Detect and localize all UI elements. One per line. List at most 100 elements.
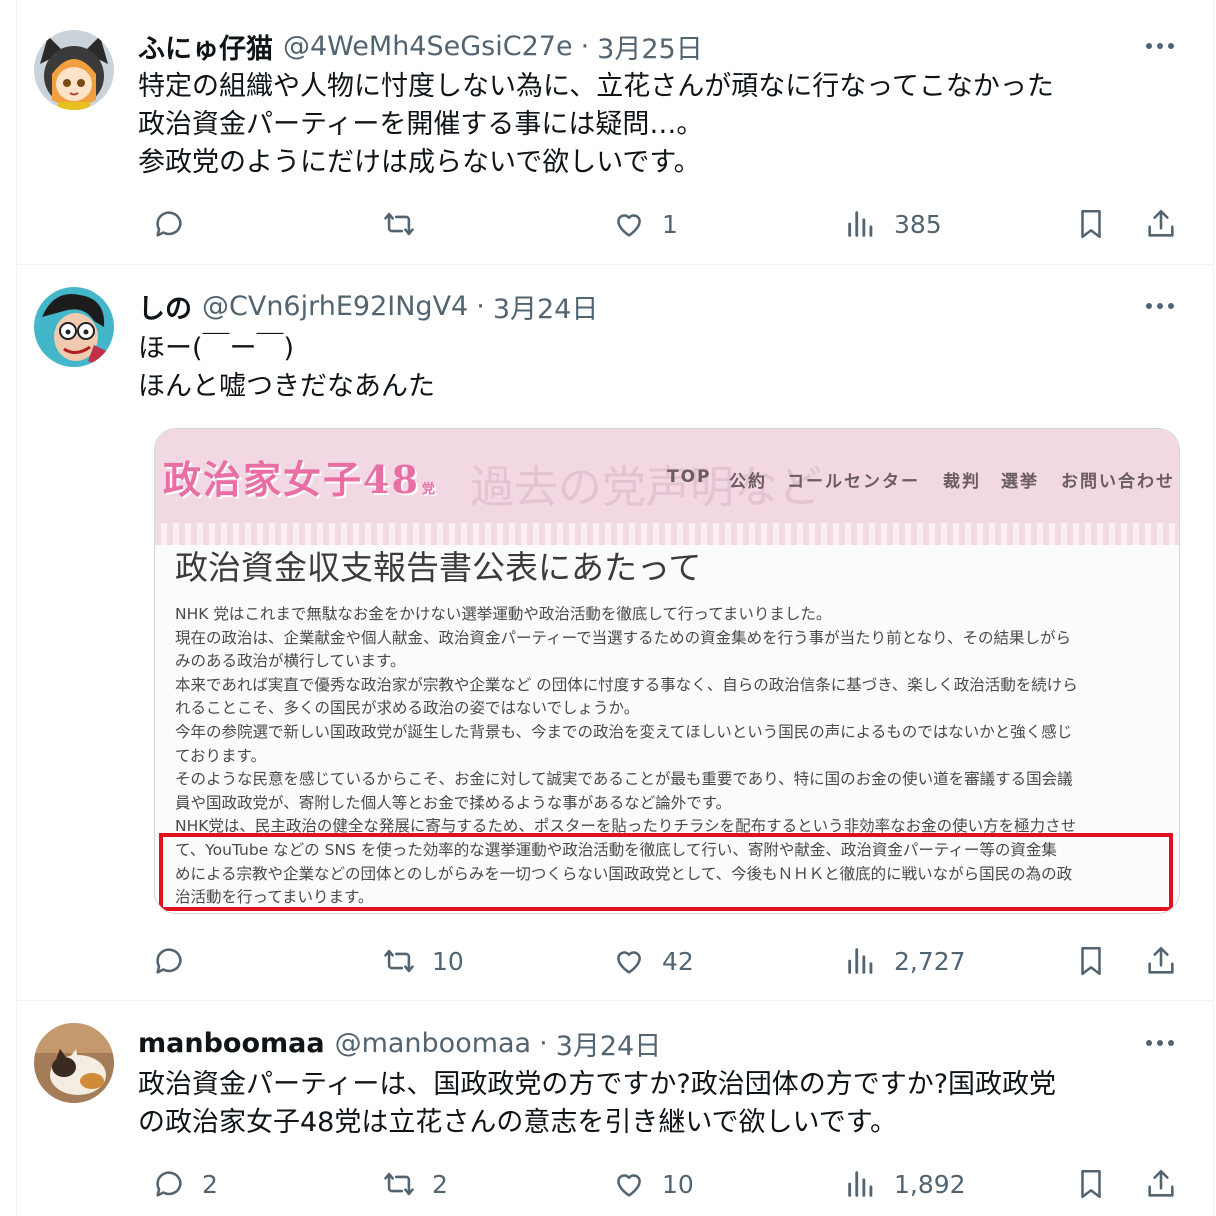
like-button[interactable]: 42	[612, 936, 694, 986]
statement-line: 員や国政政党が、寄附した個人等とお金で揉めるような事があるなど論外です。	[175, 793, 732, 812]
views-chart-icon	[848, 1171, 873, 1197]
more-options-button[interactable]	[1142, 28, 1178, 64]
bookmark-icon	[1081, 946, 1101, 976]
site-nav-item: 公約	[729, 472, 767, 492]
party-logo: 政治家女子48 党	[163, 449, 437, 504]
views-chart-icon	[848, 211, 873, 237]
statement-line: ております。	[175, 746, 266, 765]
cartoon-man-avatar-image	[34, 287, 114, 367]
repost-icon	[384, 212, 414, 236]
reply-button[interactable]	[152, 936, 202, 986]
views-count: 385	[894, 209, 942, 239]
views-button[interactable]: 1,892	[844, 1159, 966, 1209]
user-handle[interactable]: @manboomaa	[335, 1028, 532, 1059]
statement-line: 本来であれば実直で優秀な政治家が宗教や企業など の団体に忖度する事なく、自らの政…	[175, 675, 1078, 694]
more-icon	[1146, 43, 1174, 49]
reply-icon	[156, 948, 182, 974]
tweet-text: 特定の組織や人物に忖度しない為に、立花さんが頑なに行なってこなかった 政治資金パ…	[138, 68, 1054, 182]
statement-line: そのような民意を感じているからこそ、お金に対して誠実であることが最も重要であり、…	[175, 770, 1073, 789]
avatar[interactable]	[34, 30, 114, 110]
share-icon	[1148, 946, 1174, 974]
repost-button[interactable]: 10	[382, 936, 464, 986]
user-handle[interactable]: @4WeMh4SeGsiC27e	[283, 31, 573, 62]
cat-photo-avatar-image	[34, 1023, 114, 1103]
heart-icon	[617, 1174, 641, 1197]
tweet-text-line: 政治資金パーティーを開催する事には疑問…。	[138, 109, 704, 140]
party-logo-text: 政治家女子48	[163, 457, 420, 502]
tweet-date[interactable]: 3月24日	[556, 1024, 662, 1063]
views-chart-icon	[848, 948, 873, 974]
avatar[interactable]	[34, 1023, 114, 1103]
tweet-date[interactable]: 3月24日	[493, 287, 599, 326]
tweet-text-line: 参政党のようにだけは成らないで欲しいです。	[138, 147, 701, 178]
display-name[interactable]: しの	[138, 287, 192, 326]
action-bar: 2 2 10 1,892	[138, 1159, 1178, 1209]
like-count: 1	[662, 209, 678, 239]
reply-icon	[156, 211, 182, 237]
action-bar: 10 42 2,727	[138, 936, 1178, 986]
views-button[interactable]: 385	[844, 199, 942, 249]
more-icon	[1146, 303, 1174, 309]
share-button[interactable]	[1144, 199, 1178, 249]
separator-dot: ·	[580, 30, 590, 62]
like-button[interactable]: 10	[612, 1159, 694, 1209]
repost-count: 2	[432, 1169, 448, 1199]
statement-line: れることこそ、多くの国民が求める政治の姿ではないでしょうか。	[175, 699, 640, 718]
tweet-text-line: 特定の組織や人物に忖度しない為に、立花さんが頑なに行なってこなかった	[138, 71, 1054, 102]
divider	[16, 1000, 1214, 1001]
share-button[interactable]	[1144, 1159, 1178, 1209]
tweet-text-line: の政治家女子48党は立花さんの意志を引き継いで欲しいです。	[138, 1107, 898, 1138]
bookmark-icon	[1081, 1169, 1101, 1199]
display-name[interactable]: ふにゅ仔猫	[138, 27, 273, 66]
tweet-text-line: 政治資金パーティーは、国政政党の方ですか?政治団体の方ですか?国政政党	[138, 1069, 1057, 1100]
site-nav-item: TOP	[667, 467, 712, 487]
heart-icon	[617, 951, 641, 974]
repost-button[interactable]	[382, 199, 432, 249]
site-nav-item: お問い合わせ	[1061, 472, 1175, 492]
separator-dot: ·	[539, 1027, 548, 1059]
display-name[interactable]: manboomaa	[138, 1028, 325, 1059]
avatar[interactable]	[34, 287, 114, 367]
tweet-text: ほー(￣ー￣) ほんと嘘つきだなあんた	[138, 330, 435, 406]
site-nav-item: 選挙	[1001, 472, 1039, 492]
attached-image[interactable]: 政治家女子48 党 過去の党声明など TOP 公約 コールセンター 裁判 選挙 お…	[154, 428, 1180, 914]
more-options-button[interactable]	[1142, 288, 1178, 324]
repost-icon	[384, 1172, 414, 1196]
action-bar: 1 385	[138, 199, 1178, 249]
statement-line: 今年の参院選で新しい国政政党が誕生した背景も、今までの政治を変えてほしいという国…	[175, 722, 1073, 741]
divider	[16, 264, 1214, 265]
tweet-header: しの @CVn6jrhE92INgV4 · 3月24日	[138, 286, 598, 326]
bookmark-button[interactable]	[1074, 936, 1108, 986]
repost-count: 10	[432, 946, 464, 976]
share-icon	[1148, 209, 1174, 237]
site-nav-item: コールセンター	[787, 472, 920, 492]
share-icon	[1148, 1169, 1174, 1197]
tweet-date[interactable]: 3月25日	[597, 27, 703, 66]
cat-girl-avatar-image	[34, 30, 114, 110]
repost-icon	[384, 949, 414, 973]
repost-button[interactable]: 2	[382, 1159, 448, 1209]
bookmark-icon	[1081, 209, 1101, 239]
bookmark-button[interactable]	[1074, 1159, 1108, 1209]
views-count: 2,727	[894, 946, 966, 976]
red-highlight-box	[159, 833, 1173, 911]
like-button[interactable]: 1	[612, 199, 678, 249]
user-handle[interactable]: @CVn6jrhE92INgV4	[202, 291, 468, 322]
statement-line: 現在の政治は、企業献金や個人献金、政治資金パーティーで当選するための資金集めを行…	[175, 628, 1072, 647]
tweet-header: manboomaa @manboomaa · 3月24日	[138, 1023, 661, 1063]
more-icon	[1146, 1040, 1174, 1046]
statement-line: みのある政治が横行しています。	[175, 652, 406, 671]
share-button[interactable]	[1144, 936, 1178, 986]
reply-icon	[156, 1171, 182, 1197]
reply-button[interactable]	[152, 199, 202, 249]
site-nav-item: 裁判	[943, 472, 981, 492]
reply-button[interactable]: 2	[152, 1159, 218, 1209]
statement-title: 政治資金収支報告書公表にあたって	[175, 548, 702, 587]
like-count: 42	[662, 946, 694, 976]
page-ghost-title: 過去の党声明など	[470, 462, 822, 513]
views-button[interactable]: 2,727	[844, 936, 966, 986]
bookmark-button[interactable]	[1074, 199, 1108, 249]
tweet-text-line: ほんと嘘つきだなあんた	[138, 371, 435, 402]
views-count: 1,892	[894, 1169, 966, 1199]
more-options-button[interactable]	[1142, 1025, 1178, 1061]
